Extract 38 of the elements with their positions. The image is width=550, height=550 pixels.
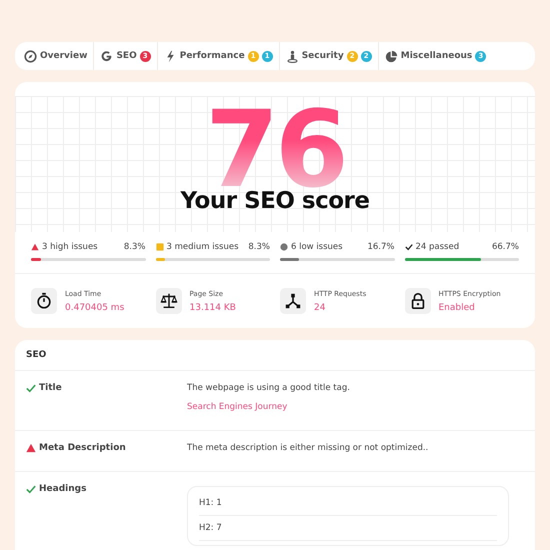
issue-label: 3 high issues — [42, 242, 98, 252]
tab[interactable]: Overview — [18, 42, 94, 70]
warning-triangle-icon — [26, 443, 36, 453]
check-icon — [404, 243, 412, 251]
check-name: Headings — [39, 484, 86, 494]
check-name: Meta Description — [39, 443, 126, 453]
lock-icon — [404, 288, 430, 314]
check-icon — [26, 484, 36, 494]
heading-count: H2: 7 — [199, 516, 497, 541]
stat-value: 24 — [314, 302, 326, 312]
issue-percent: 8.3% — [248, 242, 270, 252]
scale-icon — [156, 288, 182, 314]
check-icon — [26, 383, 36, 393]
check-name: Title — [39, 383, 62, 393]
issue-label: 24 passed — [416, 242, 460, 252]
stat-value: 0.470405 ms — [65, 302, 124, 312]
g-letter-icon — [100, 50, 114, 62]
square-icon — [156, 243, 164, 251]
issue-label: 6 low issues — [291, 242, 343, 252]
issue-percent: 8.3% — [124, 242, 146, 252]
title-value: Search Engines Journey — [187, 402, 288, 412]
check-result: The webpage is using a good title tag. — [187, 383, 351, 393]
check-result: The meta description is either missing or not optimized.. — [187, 443, 430, 453]
score-caption: Your SEO score — [180, 188, 370, 214]
compass-icon — [24, 50, 37, 62]
heading-count: H1: 1 — [199, 491, 497, 516]
network-icon — [280, 288, 306, 314]
issue-percent: 16.7% — [367, 242, 394, 252]
issue-percent: 66.7% — [492, 242, 519, 252]
person-icon — [286, 50, 299, 62]
pie-chart-icon — [384, 50, 398, 62]
warning-triangle-icon — [31, 243, 39, 251]
section-title: SEO — [26, 350, 46, 360]
issue-label: 3 medium issues — [166, 242, 239, 252]
stat-value: Enabled — [438, 302, 476, 312]
circle-icon — [280, 243, 288, 251]
stat-value: 13.114 KB — [190, 302, 236, 312]
stopwatch-icon — [31, 288, 57, 314]
